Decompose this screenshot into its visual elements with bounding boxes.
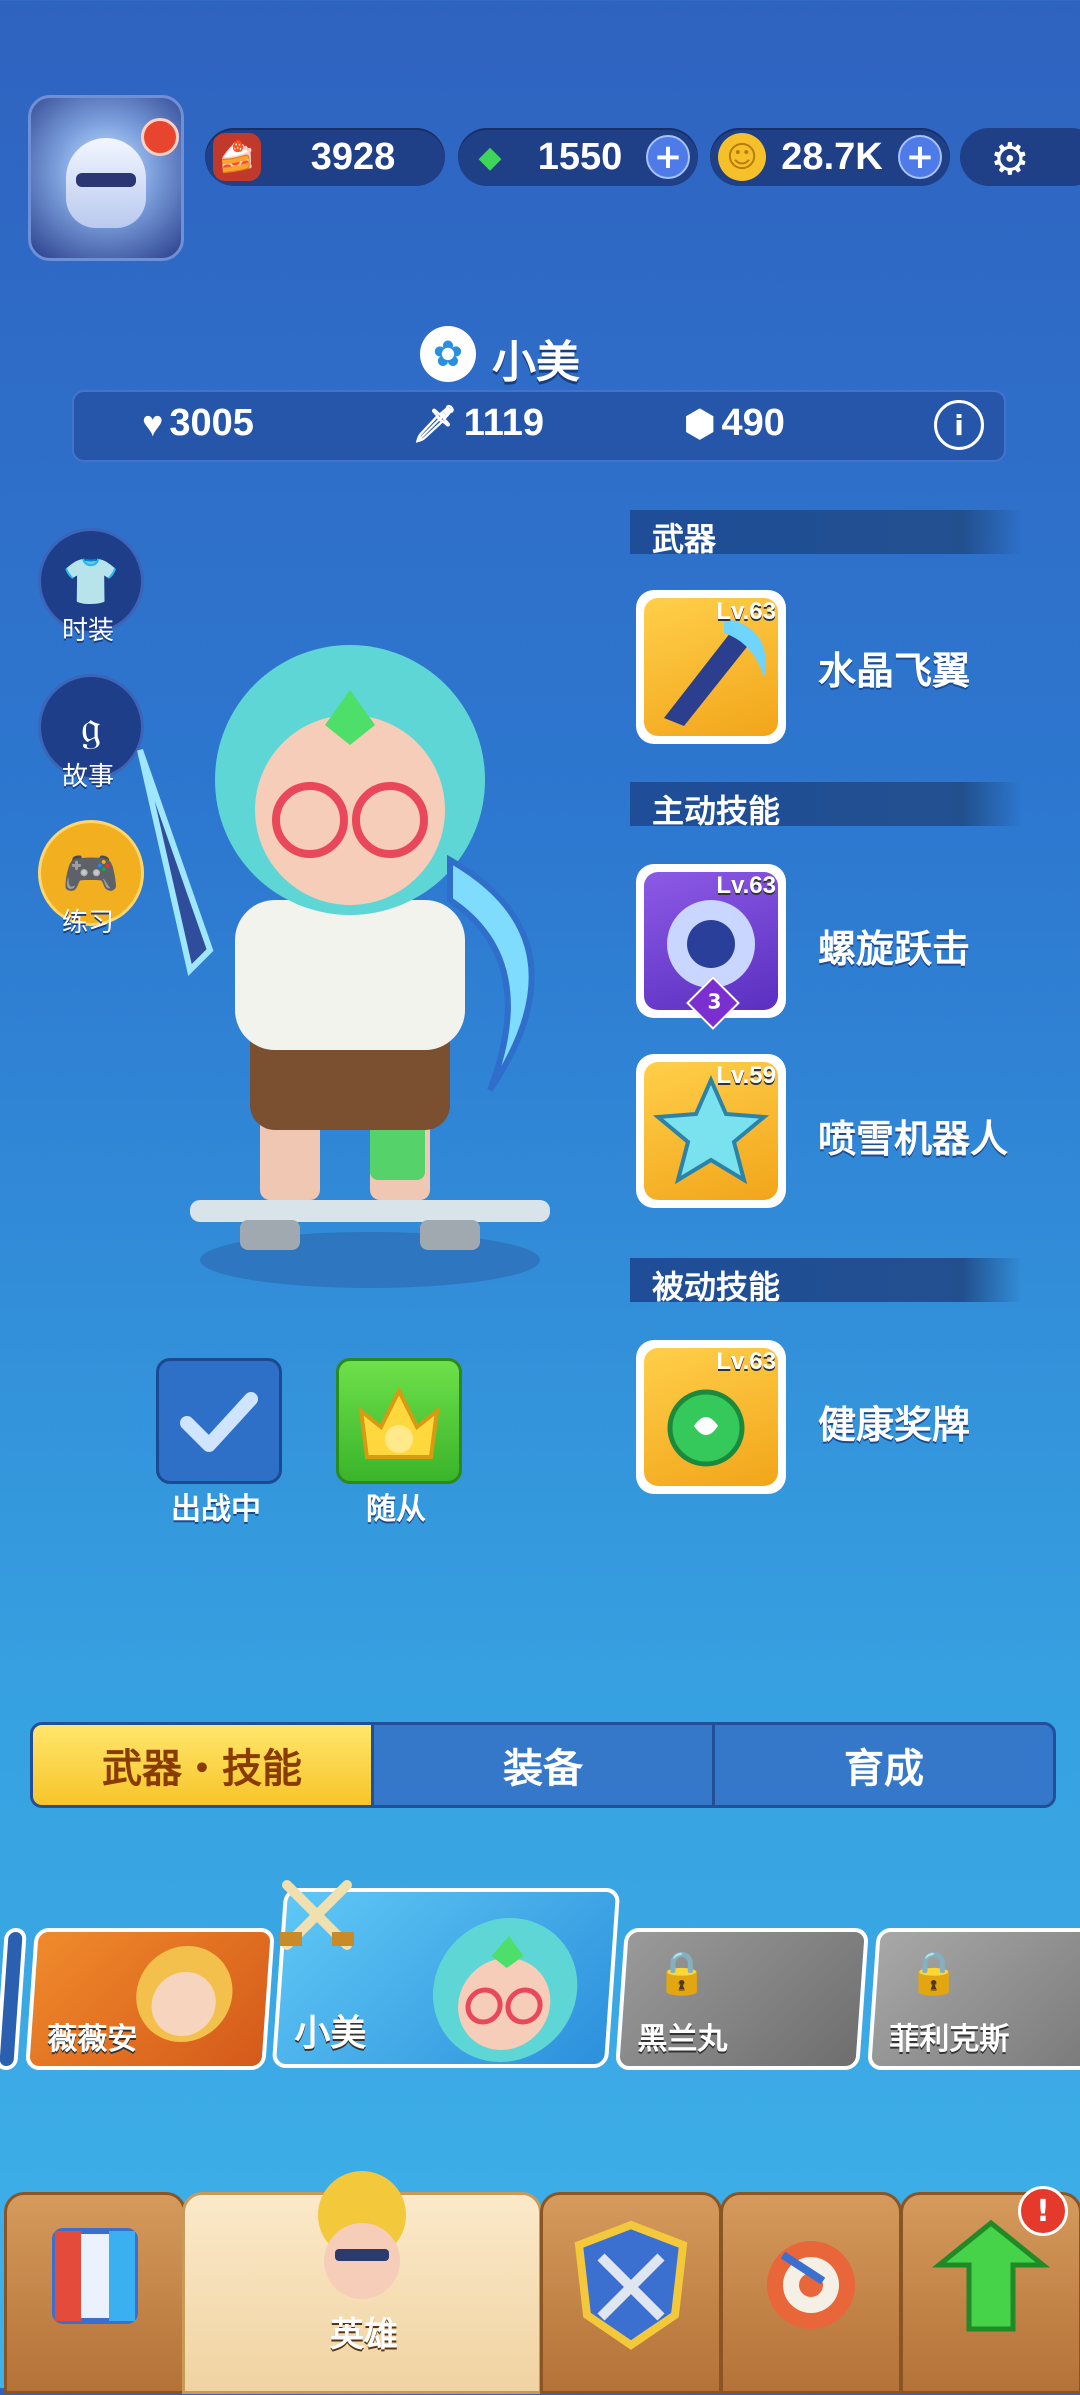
tab-weapon-skills[interactable]: 武器・技能 — [33, 1725, 371, 1805]
alert-badge: ! — [1018, 2186, 1068, 2236]
player-avatar[interactable] — [28, 95, 184, 261]
active-skill-1-card[interactable]: Lv.63 3 — [636, 864, 786, 1030]
weapon-name: 水晶飞翼 — [818, 649, 971, 693]
story-icon: 𝔤 — [80, 699, 102, 753]
hero-name-heilanwan: 黑兰丸 — [637, 2022, 728, 2057]
gem-count: 1550 — [537, 135, 623, 178]
settings-button[interactable]: ⚙ — [960, 128, 1080, 186]
active-skill-2-level: Lv.59 — [716, 1062, 776, 1089]
lock-icon: 🔒 — [655, 1948, 709, 1997]
active-skill-1-name: 螺旋跃击 — [818, 927, 971, 971]
active-skills-label: 主动技能 — [652, 792, 781, 830]
battle-shield-icon — [574, 2220, 688, 2350]
hero-name: 小美 — [492, 337, 580, 388]
notification-dot — [141, 118, 179, 156]
cake-count: 3928 — [310, 135, 396, 178]
gamepad-icon: 🎮 — [62, 845, 120, 900]
nav-battle[interactable] — [540, 2192, 722, 2394]
gear-icon: ⚙ — [990, 134, 1030, 185]
gem-resource[interactable]: ◆ 1550 + — [458, 128, 698, 186]
deployed-label: 出战中 — [171, 1492, 261, 1527]
deployed-toggle[interactable] — [156, 1358, 282, 1484]
hero-card-heilanwan-locked[interactable]: 🔒 黑兰丸 — [615, 1928, 869, 2070]
cake-resource[interactable]: 🍰 3928 — [205, 128, 445, 186]
stat-attack: 🗡 1119 — [412, 402, 544, 445]
nav-target[interactable] — [720, 2192, 902, 2394]
flower-class-icon: ✿ — [420, 326, 476, 382]
lock-icon: 🔒 — [907, 1948, 961, 1997]
health-value: 3005 — [169, 402, 254, 444]
hero-card-partial[interactable] — [0, 1928, 27, 2070]
active-skills-header: 主动技能 — [630, 782, 1022, 830]
shop-icon — [52, 2228, 138, 2324]
weapon-card[interactable]: Lv.63 — [636, 590, 786, 744]
coin-resource[interactable]: ☺ 28.7K + — [710, 128, 950, 186]
nav-shop[interactable] — [4, 2192, 186, 2394]
gem-add-button[interactable]: + — [646, 135, 690, 179]
tab-training[interactable]: 育成 — [712, 1725, 1053, 1805]
passive-skill-name: 健康奖牌 — [818, 1403, 971, 1447]
crown-icon — [358, 1386, 440, 1459]
active-skill-2-card[interactable]: Lv.59 — [636, 1054, 786, 1208]
hero-card-vivian[interactable]: 薇薇安 — [25, 1928, 275, 2070]
attack-value: 1119 — [463, 402, 545, 444]
stat-health: ♥ 3005 — [142, 402, 254, 445]
hero-detail-tabs: 武器・技能 装备 育成 — [30, 1722, 1056, 1808]
stat-defense: ⬢ 490 — [684, 402, 785, 445]
defense-value: 490 — [721, 402, 785, 444]
tab-equipment[interactable]: 装备 — [371, 1725, 712, 1805]
check-icon — [180, 1392, 258, 1452]
follower-label: 随从 — [366, 1492, 426, 1527]
heart-icon: ♥ — [142, 402, 164, 444]
passive-skills-label: 被动技能 — [652, 1268, 781, 1306]
active-skill-2-name: 喷雪机器人 — [818, 1117, 1009, 1161]
sword-icon: 🗡 — [412, 402, 458, 444]
cake-icon: 🍰 — [213, 133, 261, 181]
coin-icon: ☺ — [718, 133, 766, 181]
hero-nav-label: 英雄 — [330, 2315, 398, 2355]
avatar-visor-art — [76, 173, 136, 187]
crossed-swords-icon — [280, 1880, 354, 1950]
passive-skills-header: 被动技能 — [630, 1258, 1022, 1306]
shirt-icon: 👕 — [62, 553, 120, 608]
weapon-header-label: 武器 — [652, 520, 717, 558]
weapon-section-header: 武器 — [630, 510, 1022, 558]
hero-character-model — [137, 645, 550, 1288]
hero-name-vivian: 薇薇安 — [47, 2022, 138, 2057]
coin-count: 28.7K — [781, 135, 883, 178]
shield-icon: ⬢ — [684, 402, 716, 444]
info-icon[interactable]: i — [934, 400, 984, 450]
target-icon — [767, 2241, 855, 2329]
hero-name-felix: 菲利克斯 — [889, 2022, 1010, 2057]
weapon-level: Lv.63 — [716, 598, 776, 625]
coin-add-button[interactable]: + — [898, 135, 942, 179]
active-skill-1-level: Lv.63 — [716, 872, 776, 899]
hero-name-xiaomei: 小美 — [294, 2013, 367, 2054]
passive-skill-card[interactable]: Lv.63 — [636, 1340, 786, 1494]
nav-hero[interactable]: 英雄 — [182, 2171, 542, 2394]
follower-button[interactable] — [336, 1358, 462, 1484]
hero-card-felix-locked[interactable]: 🔒 菲利克斯 — [867, 1928, 1080, 2070]
gem-icon: ◆ — [478, 139, 502, 175]
passive-skill-level: Lv.63 — [716, 1348, 776, 1375]
